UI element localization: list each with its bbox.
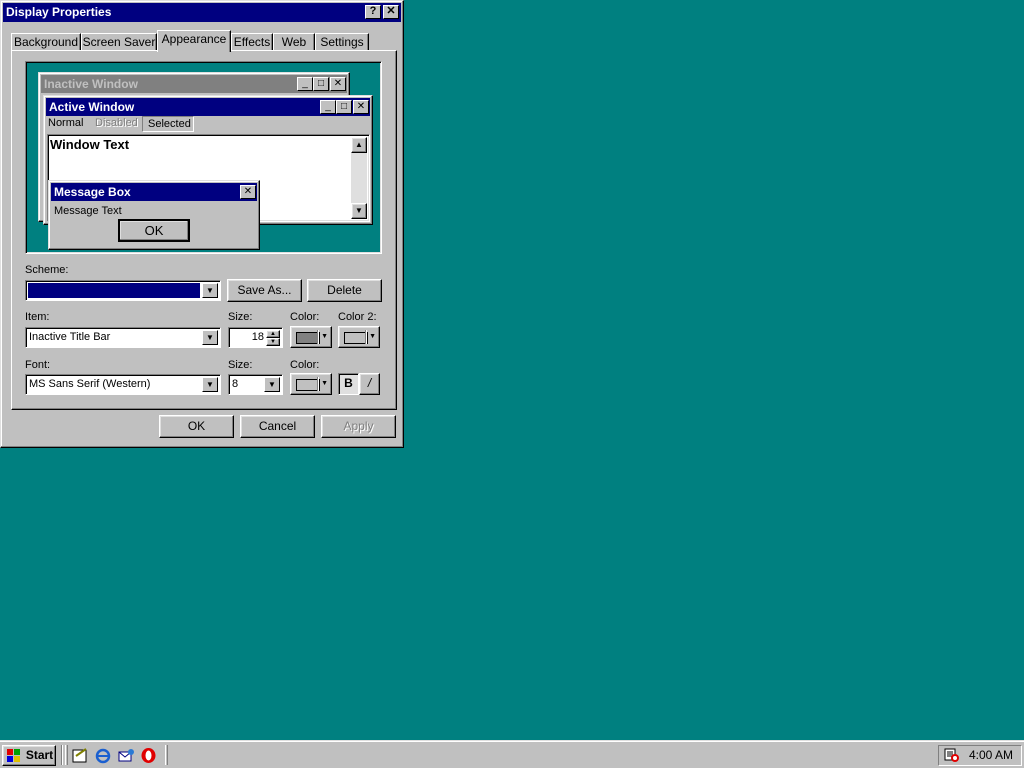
ok-button[interactable]: OK: [159, 415, 234, 438]
tab-web[interactable]: Web: [273, 33, 315, 51]
close-icon: ✕: [330, 77, 346, 91]
item-label: Item:: [25, 311, 50, 323]
chevron-down-icon: ▼: [369, 333, 376, 340]
italic-toggle[interactable]: /: [359, 373, 380, 395]
start-button[interactable]: Start: [2, 745, 56, 766]
clock[interactable]: 4:00 AM: [969, 746, 1013, 765]
show-desktop-icon[interactable]: [72, 747, 89, 764]
item-color-button[interactable]: ▼: [290, 326, 332, 348]
msgbox-titlebar[interactable]: Message Box: [51, 183, 257, 201]
close-icon: ✕: [386, 5, 396, 17]
spin-down-icon[interactable]: ▼: [266, 338, 280, 346]
dialog-title: Display Properties: [6, 5, 112, 19]
dialog-titlebar[interactable]: Display Properties ? ✕: [3, 3, 401, 22]
preview-message-box[interactable]: Message Box ✕ Message Text OK: [48, 180, 260, 250]
font-color-button[interactable]: ▼: [290, 373, 332, 395]
item-size-label: Size:: [228, 311, 253, 323]
cancel-button[interactable]: Cancel: [240, 415, 315, 438]
item-dropdown[interactable]: Inactive Title Bar ▼: [25, 327, 221, 348]
save-as-button[interactable]: Save As...: [227, 279, 302, 302]
font-label: Font:: [25, 359, 51, 371]
item-color2-label: Color 2:: [338, 311, 377, 323]
preview-menu-normal[interactable]: Normal: [48, 117, 83, 129]
taskbar-grip[interactable]: [165, 745, 168, 765]
scheme-label: Scheme:: [25, 264, 69, 276]
scheme-selected-value: [28, 283, 200, 298]
delete-button[interactable]: Delete: [307, 279, 382, 302]
preview-menu-disabled[interactable]: Disabled: [95, 117, 138, 129]
font-size-label: Size:: [228, 359, 253, 371]
tab-background[interactable]: Background: [11, 33, 81, 51]
chevron-down-icon: ▼: [321, 333, 328, 340]
item-color2-button[interactable]: ▼: [338, 326, 380, 348]
tab-effects[interactable]: Effects: [231, 33, 273, 51]
internet-explorer-icon[interactable]: [95, 747, 112, 764]
msgbox-ok-button[interactable]: OK: [118, 219, 190, 242]
spin-up-icon[interactable]: ▲: [266, 330, 280, 338]
close-icon: ✕: [240, 185, 256, 199]
font-dropdown[interactable]: MS Sans Serif (Western) ▼: [25, 374, 221, 395]
windows-logo-icon: [7, 749, 20, 762]
tab-settings[interactable]: Settings: [315, 33, 369, 51]
taskbar: Start 4:00 AM: [0, 740, 1024, 768]
scheduler-icon[interactable]: [944, 748, 960, 763]
quicklaunch-grip[interactable]: [65, 745, 68, 765]
close-icon: ✕: [353, 100, 369, 114]
font-value: MS Sans Serif (Western): [29, 378, 151, 390]
chevron-down-icon[interactable]: ▼: [202, 283, 218, 298]
scroll-down-icon[interactable]: ▼: [351, 203, 367, 219]
font-size-dropdown[interactable]: 8 ▼: [228, 374, 283, 395]
chevron-down-icon[interactable]: ▼: [202, 330, 218, 345]
item-size-value: 18: [251, 331, 264, 343]
preview-scrollbar[interactable]: ▲ ▼: [351, 137, 367, 219]
chevron-down-icon[interactable]: ▼: [264, 377, 280, 392]
display-properties-dialog: Display Properties ? ✕ Background Screen…: [0, 0, 404, 448]
apply-button[interactable]: Apply: [321, 415, 396, 438]
taskbar-separator: [61, 745, 63, 765]
item-size-spinner[interactable]: 18 ▲ ▼: [228, 327, 283, 348]
chevron-down-icon: ▼: [321, 380, 328, 387]
outlook-express-icon[interactable]: [118, 747, 135, 764]
item-value: Inactive Title Bar: [29, 331, 111, 343]
bold-toggle[interactable]: B: [338, 373, 359, 395]
scroll-up-icon[interactable]: ▲: [351, 137, 367, 153]
tab-screen-saver[interactable]: Screen Saver: [81, 33, 157, 51]
preview-window-text: Window Text: [50, 137, 130, 152]
maximize-icon: □: [336, 100, 352, 114]
msgbox-text: Message Text: [54, 205, 122, 217]
font-size-value: 8: [232, 378, 239, 390]
system-tray: 4:00 AM: [938, 745, 1022, 766]
minimize-icon: _: [320, 100, 336, 114]
maximize-icon: □: [313, 77, 329, 91]
help-button[interactable]: ?: [365, 5, 381, 19]
minimize-icon: _: [297, 77, 313, 91]
opera-icon[interactable]: [140, 747, 157, 764]
item-color-label: Color:: [290, 311, 320, 323]
scheme-preview[interactable]: Inactive Window _ □ ✕ Active Window _ □ …: [25, 61, 382, 254]
chevron-down-icon[interactable]: ▼: [202, 377, 218, 392]
close-button[interactable]: ✕: [383, 5, 399, 19]
tab-appearance[interactable]: Appearance: [157, 30, 231, 52]
font-color-label: Color:: [290, 359, 320, 371]
start-label: Start: [25, 748, 54, 762]
scheme-dropdown[interactable]: ▼: [25, 280, 221, 301]
preview-menu-selected[interactable]: Selected: [142, 116, 194, 132]
